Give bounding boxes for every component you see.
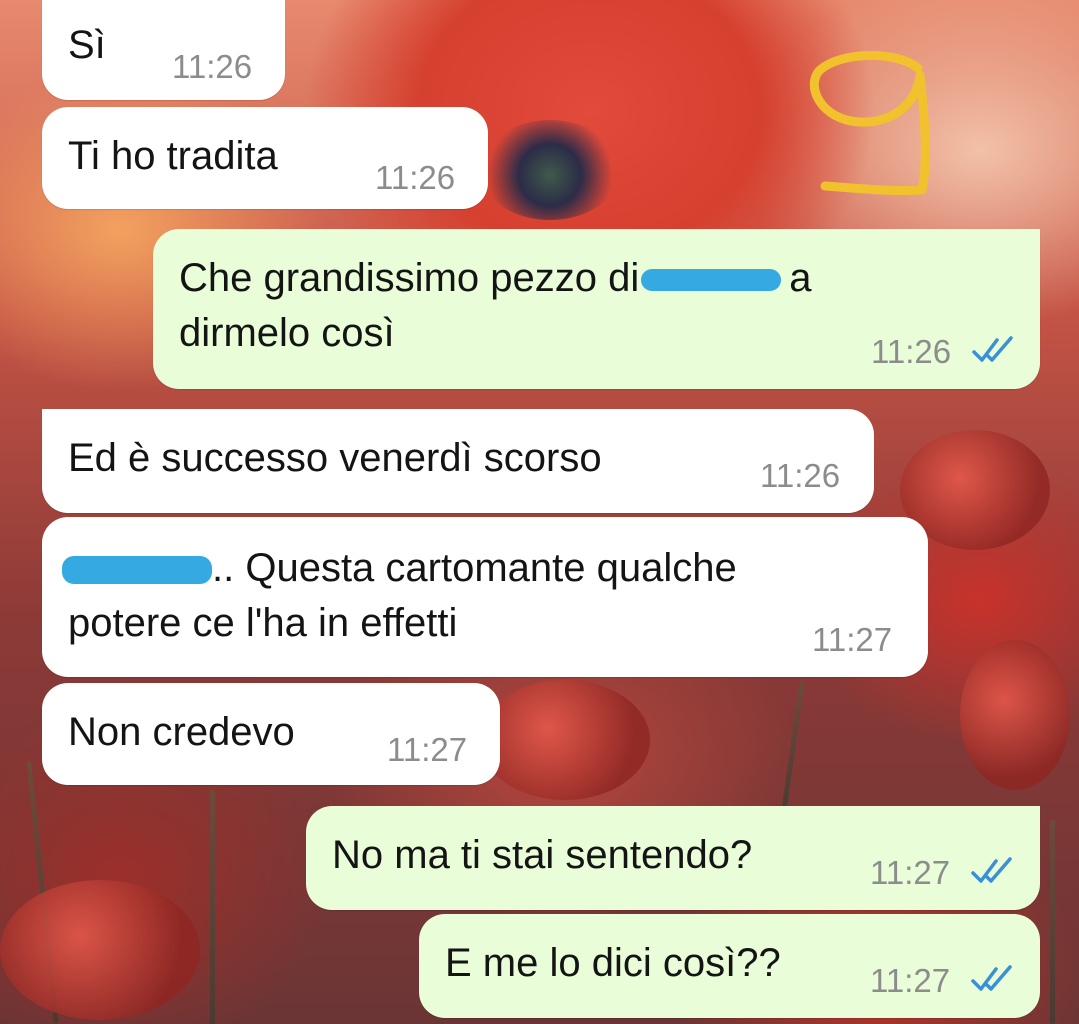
message-bubble-outgoing[interactable]: E me lo dici così?? 11:27 <box>419 914 1040 1018</box>
message-text: Che grandissimo pezzo di a dirmelo così <box>179 251 811 361</box>
message-bubble-incoming[interactable]: Ti ho tradita 11:26 <box>42 107 488 209</box>
double-check-icon <box>971 965 1012 991</box>
message-time: 11:27 <box>812 621 893 658</box>
message-line: Che grandissimo pezzo di a <box>179 251 811 306</box>
message-line: .. Questa cartomante qualche <box>62 541 737 596</box>
message-text: Non credevo <box>68 710 295 754</box>
poppy-blur <box>480 680 650 800</box>
message-text-part: a <box>789 256 812 300</box>
poppy-stem <box>1050 820 1055 1024</box>
message-text: No ma ti stai sentendo? <box>332 833 753 877</box>
message-bubble-incoming[interactable]: Ed è successo venerdì scorso 11:26 <box>42 409 874 513</box>
message-bubble-outgoing[interactable]: Che grandissimo pezzo di a dirmelo così 1… <box>153 229 1040 389</box>
redaction-mark <box>62 556 212 585</box>
poppy-flower-center <box>480 120 620 220</box>
poppy-stem <box>210 790 215 1024</box>
message-text: Sì <box>68 23 106 67</box>
message-text: .. Questa cartomante qualche potere ce l… <box>62 541 737 651</box>
poppy-blur <box>960 640 1070 790</box>
message-bubble-incoming[interactable]: Non credevo 11:27 <box>42 683 500 785</box>
message-bubble-incoming[interactable]: .. Questa cartomante qualche potere ce l… <box>42 517 928 677</box>
message-time: 11:26 <box>871 333 952 370</box>
message-time: 11:27 <box>870 854 951 891</box>
poppy-blur <box>0 880 200 1020</box>
message-time: 11:27 <box>870 962 951 999</box>
message-text-part: Che grandissimo pezzo di <box>179 256 640 300</box>
message-line: potere ce l'ha in effetti <box>68 601 458 645</box>
message-bubble-incoming[interactable]: Sì 11:26 <box>42 0 285 100</box>
message-bubble-outgoing[interactable]: No ma ti stai sentendo? 11:27 <box>306 806 1040 910</box>
message-text: E me lo dici così?? <box>445 941 781 985</box>
handwritten-9-icon <box>809 50 930 196</box>
poppy-stem <box>780 680 805 820</box>
message-text: Ed è successo venerdì scorso <box>68 436 602 480</box>
message-time: 11:26 <box>760 457 841 494</box>
message-line: dirmelo così <box>179 311 395 355</box>
message-text-part: .. Questa cartomante qualche <box>212 546 737 590</box>
message-time: 11:26 <box>172 48 253 85</box>
message-time: 11:26 <box>375 159 456 196</box>
double-check-icon <box>971 857 1012 883</box>
double-check-icon <box>972 336 1013 362</box>
message-time: 11:27 <box>387 731 468 768</box>
redaction-mark <box>641 269 782 292</box>
message-text: Ti ho tradita <box>68 134 278 178</box>
